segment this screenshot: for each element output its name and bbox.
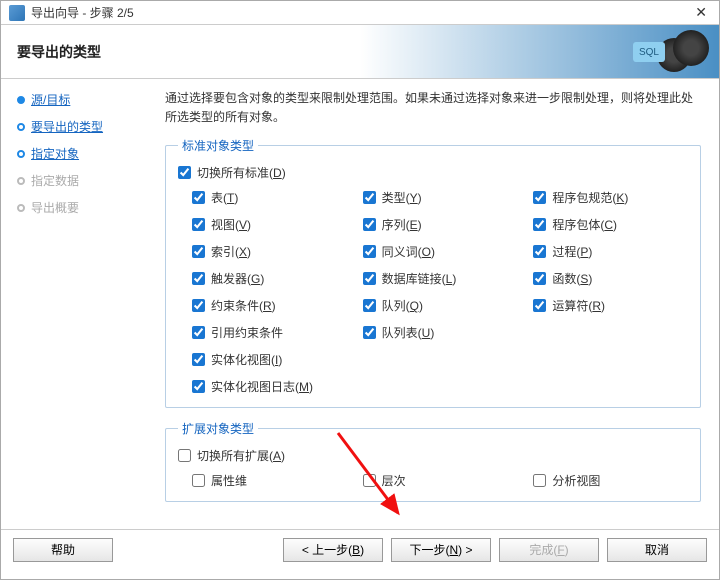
step-label: 要导出的类型	[31, 118, 103, 135]
standard-legend: 标准对象类型	[178, 137, 258, 154]
std-item-13[interactable]: 队列(Q)	[363, 297, 518, 314]
step-dot	[17, 123, 25, 131]
step-summary: 导出概要	[9, 199, 153, 216]
app-icon	[9, 5, 25, 21]
close-icon[interactable]: ✕	[691, 4, 711, 21]
step-dot	[17, 204, 25, 212]
ext-item-0[interactable]: 属性维	[192, 472, 347, 489]
std-item-14[interactable]: 运算符(R)	[533, 297, 688, 314]
std-item-15[interactable]: 引用约束条件	[192, 324, 347, 341]
footer: 帮助 < 上一步(B) 下一步(N) > 完成(F) 取消	[1, 529, 719, 569]
description: 通过选择要包含对象的类型来限制处理范围。如果未通过选择对象来进一步限制处理，则将…	[165, 89, 701, 127]
std-item-9[interactable]: 触发器(G)	[192, 270, 347, 287]
extended-types-group: 扩展对象类型 切换所有扩展(A) 属性维层次分析视图	[165, 420, 701, 502]
std-item-21[interactable]: 实体化视图日志(M)	[192, 378, 347, 395]
next-button[interactable]: 下一步(N) >	[391, 538, 491, 562]
toggle-all-extended[interactable]: 切换所有扩展(A)	[178, 447, 688, 464]
std-item-12[interactable]: 约束条件(R)	[192, 297, 347, 314]
step-src[interactable]: 源/目标	[9, 91, 153, 108]
std-item-1[interactable]: 类型(Y)	[363, 189, 518, 206]
standard-types-group: 标准对象类型 切换所有标准(D) 表(T) 类型(Y) 程序包规范(K) 视图(V) 序…	[165, 137, 701, 408]
back-button[interactable]: < 上一步(B)	[283, 538, 383, 562]
help-button[interactable]: 帮助	[13, 538, 113, 562]
std-item-4[interactable]: 序列(E)	[363, 216, 518, 233]
window-title: 导出向导 - 步骤 2/5	[31, 4, 691, 21]
cancel-button[interactable]: 取消	[607, 538, 707, 562]
step-label: 指定数据	[31, 172, 79, 189]
std-item-0[interactable]: 表(T)	[192, 189, 347, 206]
std-item-3[interactable]: 视图(V)	[192, 216, 347, 233]
step-dot	[17, 96, 25, 104]
toggle-all-standard[interactable]: 切换所有标准(D)	[178, 164, 688, 181]
step-types[interactable]: 要导出的类型	[9, 118, 153, 135]
sidebar: 源/目标要导出的类型指定对象指定数据导出概要	[1, 79, 161, 529]
step-label: 导出概要	[31, 199, 79, 216]
std-item-5[interactable]: 程序包体(C)	[533, 216, 688, 233]
banner: 要导出的类型 SQL	[1, 25, 719, 79]
step-data: 指定数据	[9, 172, 153, 189]
std-item-16[interactable]: 队列表(U)	[363, 324, 518, 341]
std-item-10[interactable]: 数据库链接(L)	[363, 270, 518, 287]
std-item-6[interactable]: 索引(X)	[192, 243, 347, 260]
banner-graphic: SQL	[629, 30, 709, 74]
step-objects[interactable]: 指定对象	[9, 145, 153, 162]
std-item-18[interactable]: 实体化视图(I)	[192, 351, 347, 368]
std-item-11[interactable]: 函数(S)	[533, 270, 688, 287]
std-item-8[interactable]: 过程(P)	[533, 243, 688, 260]
step-label: 源/目标	[31, 91, 70, 108]
step-label: 指定对象	[31, 145, 79, 162]
step-dot	[17, 177, 25, 185]
ext-item-1[interactable]: 层次	[363, 472, 518, 489]
finish-button: 完成(F)	[499, 538, 599, 562]
ext-item-2[interactable]: 分析视图	[533, 472, 688, 489]
step-dot	[17, 150, 25, 158]
page-title: 要导出的类型	[17, 42, 101, 62]
std-item-2[interactable]: 程序包规范(K)	[533, 189, 688, 206]
extended-legend: 扩展对象类型	[178, 420, 258, 437]
std-item-7[interactable]: 同义词(O)	[363, 243, 518, 260]
